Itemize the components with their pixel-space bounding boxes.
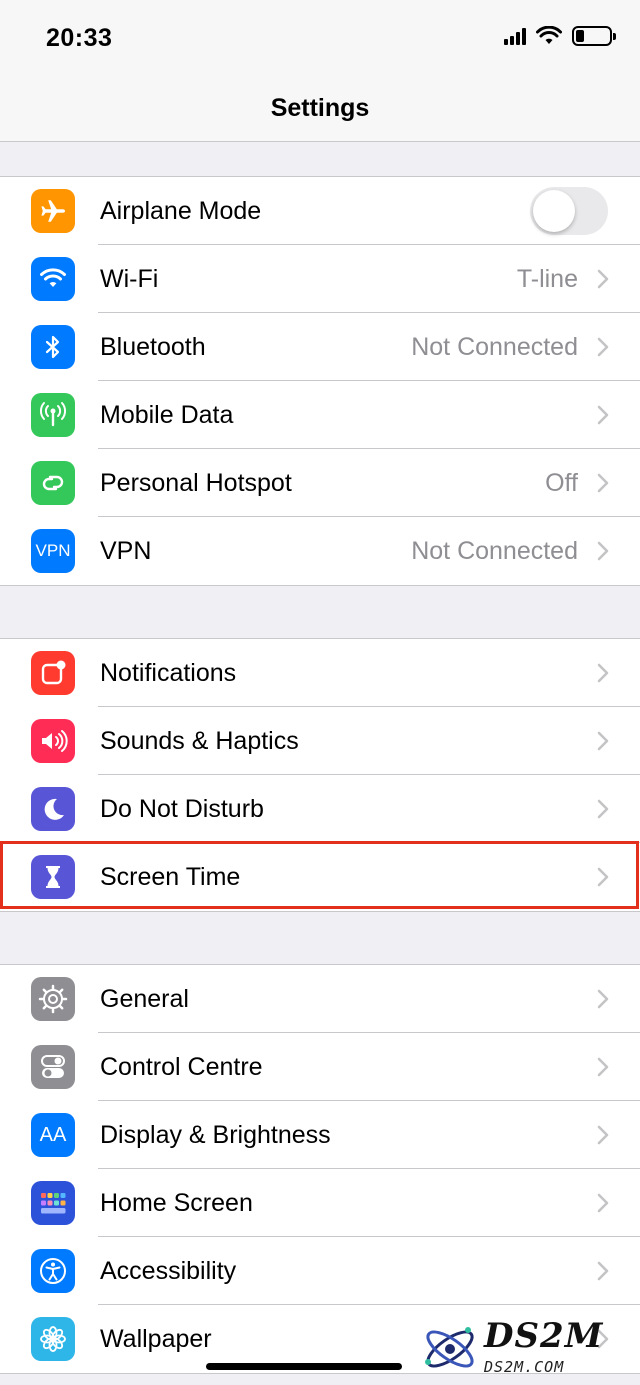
row-value: Off (545, 469, 578, 497)
settings-row-general[interactable]: General (0, 965, 640, 1033)
row-value: Not Connected (411, 537, 578, 565)
icon-text: VPN (35, 541, 71, 560)
row-label: Control Centre (100, 1053, 263, 1081)
text-size-icon: AA (31, 1113, 75, 1157)
chevron-right-icon (596, 473, 610, 493)
row-label: Accessibility (100, 1257, 237, 1285)
accessibility-icon (31, 1249, 75, 1293)
row-value: T-line (516, 265, 578, 293)
hourglass-icon (31, 855, 75, 899)
watermark: DS2M DS2M.COM (420, 1316, 640, 1385)
cellular-signal-icon (504, 27, 526, 45)
status-time: 20:33 (46, 24, 113, 52)
chevron-right-icon (596, 405, 610, 425)
chevron-right-icon (596, 867, 610, 887)
chevron-right-icon (596, 269, 610, 289)
row-label: Bluetooth (100, 333, 206, 361)
row-label: VPN (100, 537, 152, 565)
settings-row-notifications[interactable]: Notifications (0, 639, 640, 707)
chevron-right-icon (596, 663, 610, 683)
row-label: Home Screen (100, 1189, 253, 1217)
moon-icon (31, 787, 75, 831)
settings-row-accessibility[interactable]: Accessibility (0, 1237, 640, 1305)
settings-row-vpn[interactable]: VPN VPN Not Connected (0, 517, 640, 585)
chevron-right-icon (596, 1125, 610, 1145)
speaker-icon (31, 719, 75, 763)
gear-icon (31, 977, 75, 1021)
watermark-subtext: DS2M.COM (484, 1358, 565, 1376)
icon-text: AA (39, 1123, 67, 1146)
settings-row-sounds-and-haptics[interactable]: Sounds & Haptics (0, 707, 640, 775)
flower-icon (31, 1317, 75, 1361)
toggle-knob (533, 190, 575, 232)
settings-row-control-centre[interactable]: Control Centre (0, 1033, 640, 1101)
row-label: Mobile Data (100, 401, 234, 429)
watermark-text: DS2M (484, 1316, 604, 1356)
notifications-icon (31, 651, 75, 695)
chevron-right-icon (596, 1057, 610, 1077)
settings-row-bluetooth[interactable]: Bluetooth Not Connected (0, 313, 640, 381)
chevron-right-icon (596, 1193, 610, 1213)
vpn-icon: VPN (31, 529, 75, 573)
settings-row-do-not-disturb[interactable]: Do Not Disturb (0, 775, 640, 843)
bluetooth-icon (31, 325, 75, 369)
switches-icon (31, 1045, 75, 1089)
chevron-right-icon (596, 541, 610, 561)
chevron-right-icon (596, 337, 610, 357)
chevron-right-icon (596, 731, 610, 751)
row-label: Wallpaper (100, 1325, 212, 1353)
atom-logo-icon (425, 1327, 474, 1368)
app-grid-icon (31, 1181, 75, 1225)
settings-group: Notifications Sounds & Haptics Do Not Dist… (0, 638, 640, 912)
row-label: Personal Hotspot (100, 469, 292, 497)
row-label: Screen Time (100, 863, 241, 891)
chevron-right-icon (596, 989, 610, 1009)
navigation-bar: Settings (0, 76, 640, 142)
hotspot-icon (31, 461, 75, 505)
status-bar: 20:33 (0, 0, 640, 76)
settings-group: Airplane Mode Wi-Fi T-line Bluetooth Not Con… (0, 176, 640, 586)
row-label: Wi-Fi (100, 265, 159, 293)
home-indicator[interactable] (206, 1363, 402, 1370)
wifi-status-icon (536, 26, 562, 44)
status-icons (504, 26, 616, 46)
settings-row-personal-hotspot[interactable]: Personal Hotspot Off (0, 449, 640, 517)
row-label: General (100, 985, 189, 1013)
page-title: Settings (270, 94, 370, 122)
row-value: Not Connected (411, 333, 578, 361)
settings-row-wi-fi[interactable]: Wi-Fi T-line (0, 245, 640, 313)
settings-row-airplane-mode[interactable]: Airplane Mode (0, 177, 640, 245)
airplane-mode-toggle[interactable] (530, 187, 608, 235)
wifi-icon (31, 257, 75, 301)
battery-icon (572, 26, 616, 46)
row-label: Do Not Disturb (100, 795, 264, 823)
antenna-icon (31, 393, 75, 437)
row-label: Sounds & Haptics (100, 727, 299, 755)
row-label: Display & Brightness (100, 1121, 331, 1149)
settings-group: General Control Centre AA Display & Brightn… (0, 964, 640, 1374)
chevron-right-icon (596, 1261, 610, 1281)
settings-row-home-screen[interactable]: Home Screen (0, 1169, 640, 1237)
row-label: Notifications (100, 659, 237, 687)
settings-row-screen-time[interactable]: Screen Time (0, 843, 640, 911)
row-label: Airplane Mode (100, 197, 262, 225)
airplane-icon (31, 189, 75, 233)
chevron-right-icon (596, 799, 610, 819)
settings-row-mobile-data[interactable]: Mobile Data (0, 381, 640, 449)
settings-row-display-and-brightness[interactable]: AA Display & Brightness (0, 1101, 640, 1169)
